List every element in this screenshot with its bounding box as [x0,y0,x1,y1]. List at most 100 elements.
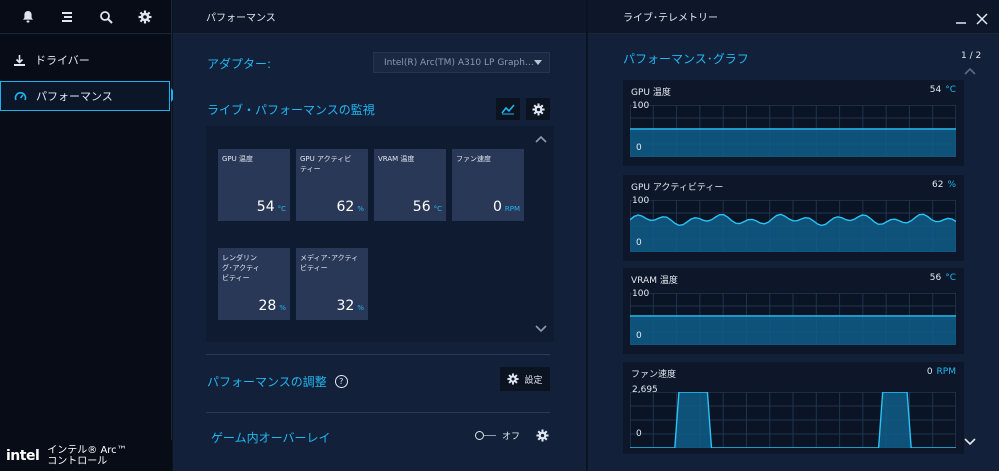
tuning-settings-button[interactable]: 設定 [500,367,550,391]
panel-header: パフォーマンス [173,0,586,34]
panel-header: ライブ･テレメトリー [588,0,999,34]
gear-icon [531,102,545,116]
tile-number: 56 [412,199,431,215]
tile-value: 32% [337,298,364,314]
graph-plot [630,293,956,345]
tile-number: 28 [258,298,277,314]
chevron-down-icon[interactable] [963,435,977,449]
tile-unit: % [357,304,364,312]
panel-title: パフォーマンス [206,13,276,24]
minimize-icon[interactable] [955,10,967,29]
graph-min-label: 0 [636,429,642,439]
sidebar-item-performance[interactable]: パフォーマンス [0,81,170,111]
tile-unit: °C [433,205,442,213]
chevron-up-icon[interactable] [963,64,977,78]
adapter-select[interactable]: Intel(R) Arc(TM) A310 LP Graph… [373,52,550,73]
gauge-icon [12,88,28,104]
graph-card[interactable]: GPU 温度 54 °C 100 0 [623,80,964,166]
monitor-tiles: GPU 温度 54 °C GPU アクティビティー 62% VRAM 温度 56 °… [206,126,554,342]
intel-logo: intel [6,447,40,464]
tile-value: 28% [259,298,286,314]
tile-number: 62 [336,199,355,215]
bell-icon[interactable] [18,7,38,27]
tile-vram-temp[interactable]: VRAM 温度 56 °C [374,149,446,221]
tile-label: GPU アクティビティー [300,155,352,173]
brand: intel インテル® Arc™ コントロール [0,440,172,471]
help-icon[interactable]: ? [334,375,348,388]
chevron-up-icon[interactable] [534,132,548,146]
settings-label: 設定 [524,375,543,386]
adapter-label: アダプター: [207,57,272,71]
graph-card[interactable]: VRAM 温度 56 °C 100 0 [623,268,964,354]
tile-fan-speed[interactable]: ファン速度 0 RPM [452,149,524,221]
close-icon[interactable] [976,10,988,29]
graph-title: ファン速度 [631,370,677,380]
tile-unit: % [279,304,286,312]
tile-render-activity[interactable]: レンダリング･アクティビティー 28% [218,248,290,320]
tile-number: 0 [492,199,502,215]
tile-media-activity[interactable]: メディア･アクティビティー 32% [296,248,368,320]
graph-number: 0 [926,367,933,377]
tile-number: 32 [336,298,355,314]
menu-icon[interactable] [57,7,77,27]
monitor-title: ライブ・パフォーマンスの監視 [207,103,375,117]
graph-card[interactable]: ファン速度 0 RPM 2,695 0 [623,362,964,454]
sidebar-item-label: パフォーマンス [36,90,113,103]
tile-unit: RPM [504,205,520,213]
graph-value: 0 RPM [927,367,956,377]
tile-value: 54 °C [257,199,286,215]
brand-line1: インテル® Arc™ [47,444,127,456]
overlay-settings-button[interactable] [536,427,549,446]
sidebar-item-driver[interactable]: ドライバー [0,45,170,75]
brand-line2: コントロール [47,455,108,467]
graph-title: VRAM 温度 [631,276,678,286]
toggle-track [484,435,496,436]
tile-label: GPU 温度 [222,155,253,163]
tile-value: 0 RPM [493,199,520,215]
line-chart-icon [501,104,515,115]
graph-min-label: 0 [636,143,642,153]
tile-number: 54 [256,199,275,215]
tile-gpu-activity[interactable]: GPU アクティビティー 62% [296,149,368,221]
tile-label: VRAM 温度 [378,155,415,163]
tile-value: 56 °C [413,199,442,215]
toggle-state: オフ [502,432,521,442]
page-indicator: 1 / 2 [961,51,982,61]
graph-card[interactable]: GPU アクティビティー 62% 100 0 [623,175,964,261]
toggle-knob [475,431,484,440]
panel-title: ライブ･テレメトリー [623,13,718,24]
brand-text: インテル® Arc™ コントロール [47,445,126,467]
telemetry-panel: ライブ･テレメトリー パフォーマンス･グラフ 1 / 2 GPU 温度 54 °C 1… [587,0,999,471]
graph-max-label: 2,695 [632,385,658,395]
divider [206,354,550,355]
graph-min-label: 0 [636,238,642,248]
graph-max-label: 100 [632,289,650,299]
graph-plot [630,200,956,252]
search-icon[interactable] [96,7,116,27]
tile-value: 62% [337,199,364,215]
graph-number: 62 [931,180,944,190]
graph-plot [630,105,956,157]
graph-title: GPU 温度 [631,88,671,98]
performance-panel: パフォーマンス アダプター: Intel(R) Arc(TM) A310 LP … [173,0,586,471]
graph-number: 56 [929,273,942,283]
divider [206,412,550,413]
tile-unit: °C [277,205,286,213]
chevron-down-icon[interactable] [534,322,548,336]
chart-view-button[interactable] [496,98,520,120]
graph-value: 56 °C [930,273,956,283]
tuning-title: パフォーマンスの調整 [207,375,327,389]
gear-icon [507,373,520,385]
chevron-down-icon [534,60,542,65]
sidebar: ドライバー パフォーマンス intel インテル® Arc™ コントロール [0,0,172,471]
overlay-title: ゲーム内オーバーレイ [211,431,331,445]
gear-icon[interactable] [135,7,155,27]
graph-min-label: 0 [636,331,642,341]
graph-value: 54 °C [930,85,956,95]
graph-unit: % [947,180,956,190]
monitor-settings-button[interactable] [526,98,550,120]
tile-gpu-temp[interactable]: GPU 温度 54 °C [218,149,290,221]
overlay-toggle[interactable]: オフ [475,429,520,442]
graph-number: 54 [929,85,942,95]
download-icon [11,52,27,68]
